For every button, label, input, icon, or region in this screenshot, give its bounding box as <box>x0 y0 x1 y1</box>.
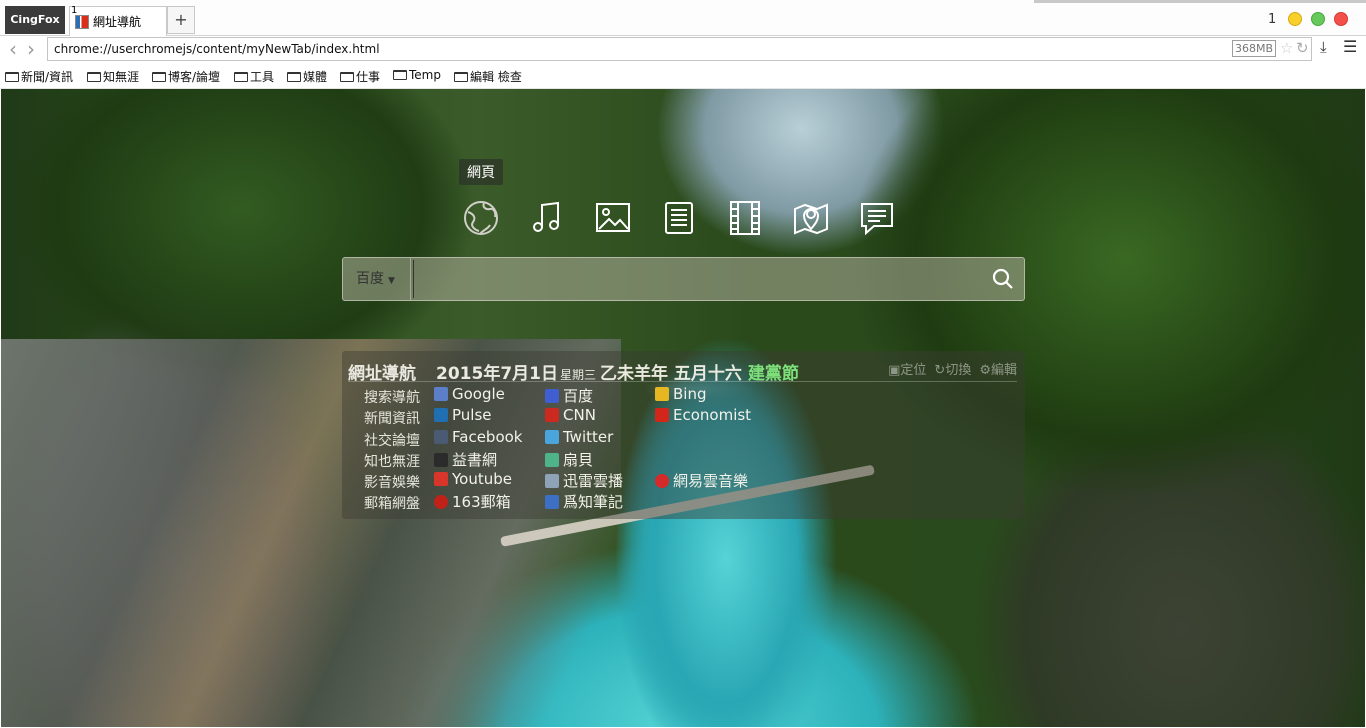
row-label-media: 影音娛樂 <box>364 475 420 491</box>
link-163mail[interactable]: 163郵箱 <box>434 491 511 512</box>
download-icon[interactable]: ⤓ <box>1320 38 1327 56</box>
search-engine-select[interactable]: 百度 ▼ <box>343 258 411 300</box>
search-box: 百度 ▼ <box>342 257 1025 301</box>
locate-button[interactable]: ▣定位 <box>888 359 926 378</box>
tab-title: 網址導航 <box>93 15 142 29</box>
yishu-icon <box>434 452 448 467</box>
titlebar-accent <box>1034 0 1366 3</box>
wiznote-icon <box>545 494 559 509</box>
nav-panel: 網址導航 2015年7月1日 星期三 乙未羊年 五月十六 建黨節 ▣定位 ↻切換 ⚙… <box>342 351 1025 519</box>
link-yishu[interactable]: 益書網 <box>434 449 497 470</box>
bookmark-folder[interactable]: 編輯 檢查 <box>454 68 522 85</box>
bing-icon <box>655 387 669 401</box>
folder-icon <box>5 71 19 82</box>
bookmark-folder[interactable]: 工具 <box>234 68 274 85</box>
url-bar[interactable]: chrome://userchromejs/content/myNewTab/i… <box>47 37 1312 61</box>
tab-count: 1 <box>1268 12 1277 27</box>
tab-active[interactable]: 1 網址導航 <box>69 5 167 36</box>
globe-icon[interactable] <box>462 199 500 237</box>
link-google[interactable]: Google <box>434 385 505 403</box>
bookmark-folder[interactable]: 媒體 <box>287 68 327 85</box>
link-economist[interactable]: Economist <box>655 406 751 424</box>
google-icon <box>434 387 448 401</box>
map-icon[interactable] <box>792 199 830 237</box>
new-tab-button[interactable]: + <box>167 6 195 34</box>
bookmarks-bar: 新聞/資訊 知無涯 博客/論壇 工具 媒體 仕事 Temp 編輯 檢查 <box>0 63 1366 89</box>
video-icon[interactable] <box>726 199 764 237</box>
link-netease-music[interactable]: 網易雲音樂 <box>655 470 748 491</box>
folder-icon <box>287 71 301 82</box>
panel-tools: ▣定位 ↻切換 ⚙編輯 <box>888 359 1017 378</box>
baidu-icon <box>545 388 559 403</box>
folder-icon <box>87 71 101 82</box>
chat-icon[interactable] <box>858 199 896 237</box>
close-button[interactable] <box>1334 12 1348 26</box>
caret-down-icon: ▼ <box>388 276 395 286</box>
panel-divider <box>348 381 1017 382</box>
minimize-button[interactable] <box>1288 12 1302 26</box>
forward-icon[interactable]: › <box>27 38 35 60</box>
maximize-button[interactable] <box>1311 12 1325 26</box>
netease-music-icon <box>655 473 669 488</box>
switch-button[interactable]: ↻切換 <box>934 359 971 378</box>
link-pulse[interactable]: Pulse <box>434 406 492 424</box>
folder-icon <box>393 70 407 80</box>
economist-icon <box>655 408 669 422</box>
folder-icon <box>234 71 248 82</box>
link-cnn[interactable]: CNN <box>545 406 596 424</box>
category-tooltip: 網頁 <box>459 159 503 185</box>
row-label-search: 搜索導航 <box>364 390 420 406</box>
row-label-knowledge: 知也無涯 <box>364 454 420 470</box>
folder-icon <box>152 71 166 82</box>
reload-icon[interactable]: ↻ <box>1296 39 1309 57</box>
bookmark-star-icon[interactable]: ☆ <box>1280 39 1293 57</box>
tab-favicon-icon <box>75 14 89 29</box>
edit-button[interactable]: ⚙編輯 <box>979 359 1017 378</box>
cloud-icon <box>545 473 559 488</box>
bookmark-folder[interactable]: Temp <box>393 68 441 82</box>
link-xunlei[interactable]: 迅雷雲播 <box>545 470 623 491</box>
bookmark-folder[interactable]: 新聞/資訊 <box>5 68 73 85</box>
menu-icon[interactable]: ☰ <box>1343 37 1357 56</box>
link-twitter[interactable]: Twitter <box>545 428 613 446</box>
image-icon[interactable] <box>594 199 632 237</box>
youtube-icon <box>434 472 448 486</box>
link-baidu[interactable]: 百度 <box>545 385 593 406</box>
shanbay-icon <box>545 452 559 467</box>
app-menu-button[interactable]: CingFox <box>5 6 65 34</box>
bookmark-folder[interactable]: 知無涯 <box>87 68 139 85</box>
music-icon[interactable] <box>528 199 566 237</box>
folder-icon <box>454 71 468 82</box>
search-icon[interactable] <box>992 268 1014 290</box>
bookmark-folder[interactable]: 博客/論壇 <box>152 68 220 85</box>
mail163-icon <box>434 494 448 509</box>
back-icon[interactable]: ‹ <box>9 38 17 60</box>
link-youtube[interactable]: Youtube <box>434 470 512 488</box>
link-shanbay[interactable]: 扇貝 <box>545 449 593 470</box>
tab-index: 1 <box>71 5 78 16</box>
link-bing[interactable]: Bing <box>655 385 707 403</box>
memory-badge: 368MB <box>1232 40 1276 57</box>
cnn-icon <box>545 408 559 422</box>
search-input[interactable] <box>413 260 973 298</box>
folder-icon <box>340 71 354 82</box>
newtab-page: 網頁 百度▼ 網址導航 2015年7月1日星期三乙未羊年 五月十六 建黨節 <box>1 89 1365 727</box>
document-icon[interactable] <box>660 199 698 237</box>
linkedin-icon <box>434 408 448 422</box>
weekday-text: 星期三 <box>559 368 596 382</box>
link-wiznote[interactable]: 爲知筆記 <box>545 491 623 512</box>
link-facebook[interactable]: Facebook <box>434 428 522 446</box>
navigation-bar: ‹ › chrome://userchromejs/content/myNewT… <box>0 36 1366 63</box>
row-label-news: 新聞資訊 <box>364 411 420 427</box>
twitter-icon <box>545 430 559 444</box>
row-label-mail: 郵箱網盤 <box>364 496 420 512</box>
bookmark-folder[interactable]: 仕事 <box>340 68 380 85</box>
row-label-social: 社交論壇 <box>364 433 420 449</box>
tab-strip: CingFox 1 網址導航 + 1 <box>0 0 1366 36</box>
facebook-icon <box>434 430 448 444</box>
